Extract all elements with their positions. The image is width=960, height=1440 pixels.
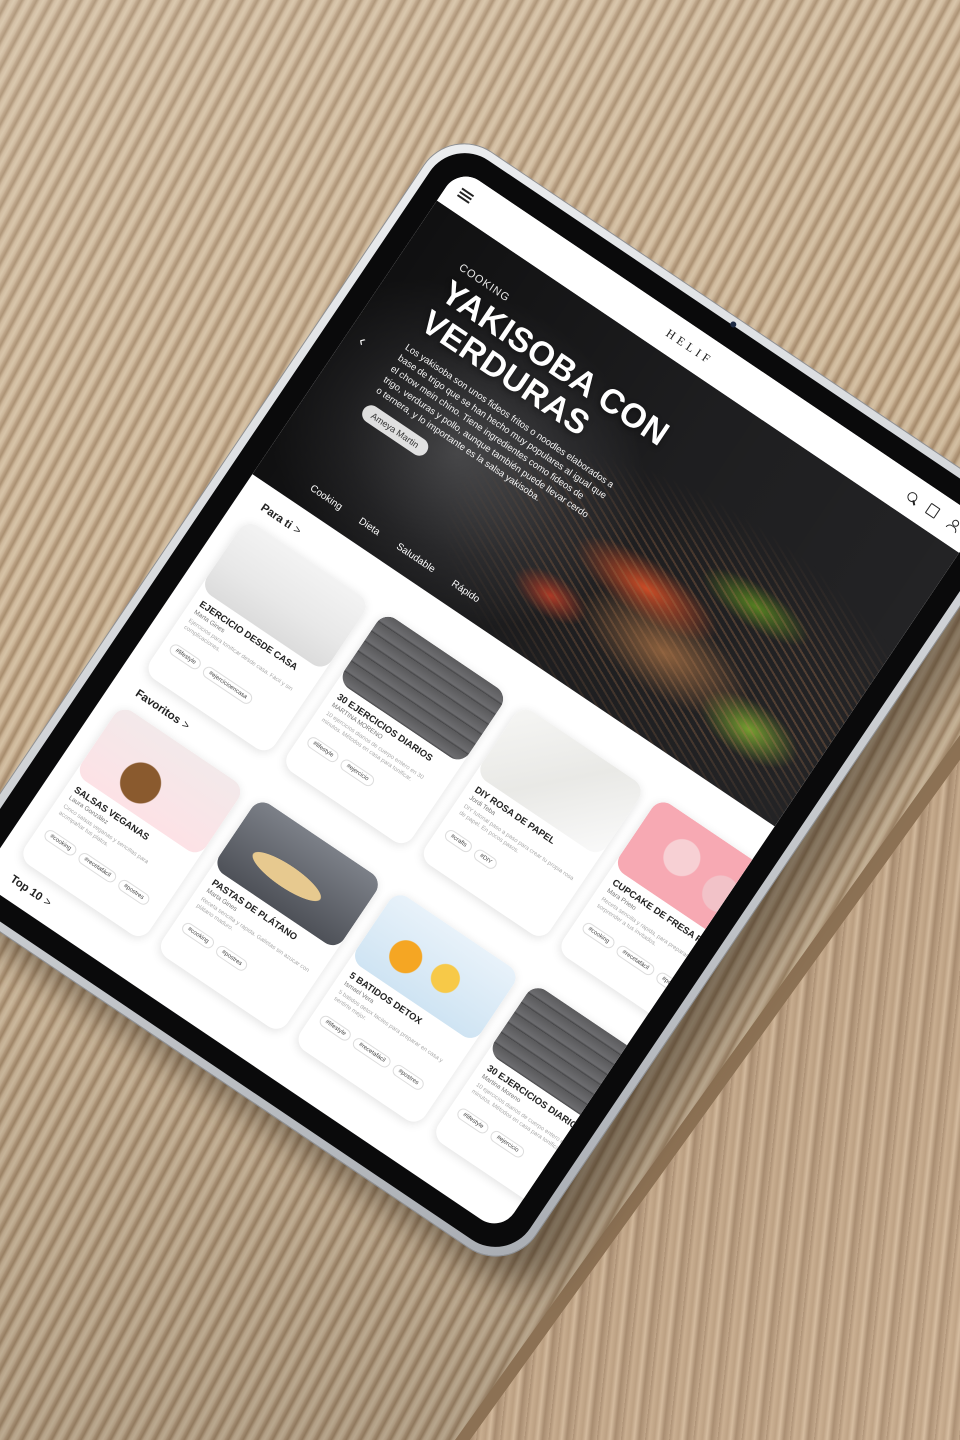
user-icon[interactable] xyxy=(946,517,960,534)
menu-icon[interactable] xyxy=(456,187,475,204)
camera-icon xyxy=(729,320,738,329)
search-icon[interactable] xyxy=(905,490,920,505)
section-top-10[interactable]: Top 10> xyxy=(8,873,54,909)
chevron-right-icon: > xyxy=(290,523,304,538)
chevron-right-icon: > xyxy=(179,718,192,733)
tag-chip[interactable]: #postres xyxy=(653,970,690,1000)
saved-icon[interactable] xyxy=(924,502,941,519)
chevron-right-icon: > xyxy=(41,895,54,910)
